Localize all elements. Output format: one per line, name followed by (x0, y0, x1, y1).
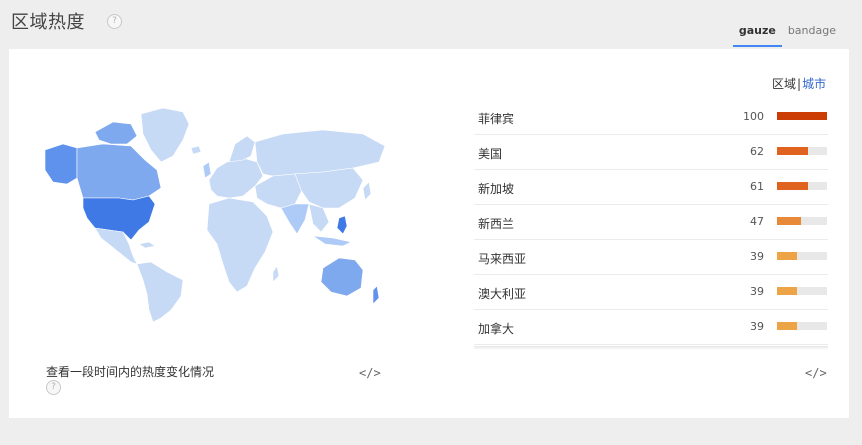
region-interest-card: 区域|城市 菲律宾 100 美国 62 新加坡 61 新西兰 47 马来西亚 3… (9, 49, 849, 418)
list-scroll-fade (474, 346, 828, 350)
world-map[interactable] (33, 104, 385, 322)
ranking-row[interactable]: 加拿大 39 (474, 310, 828, 345)
interest-bar (777, 287, 827, 295)
rankings-list: 菲律宾 100 美国 62 新加坡 61 新西兰 47 马来西亚 39 澳大利亚 39 加拿大 39 (474, 100, 828, 345)
help-icon[interactable]: ? (107, 14, 122, 29)
interest-bar (777, 182, 827, 190)
africa (206, 197, 274, 293)
interest-bar (777, 217, 827, 225)
interest-value: 39 (750, 320, 764, 333)
ranking-row[interactable]: 马来西亚 39 (474, 240, 828, 275)
japan (362, 181, 372, 201)
region-name: 加拿大 (478, 322, 515, 336)
interest-bar (777, 147, 827, 155)
south-america (136, 261, 184, 322)
tab-bandage[interactable]: bandage (782, 24, 842, 47)
interest-value: 61 (750, 180, 764, 193)
embed-map-icon[interactable]: </> (359, 366, 381, 380)
interest-bar-fill (777, 182, 808, 190)
interest-value: 100 (743, 110, 764, 123)
australia (320, 257, 364, 297)
canada-islands (94, 121, 138, 145)
uk (202, 161, 212, 179)
help-icon[interactable]: ? (46, 380, 61, 395)
embed-list-icon[interactable]: </> (805, 366, 827, 380)
ranking-row[interactable]: 澳大利亚 39 (474, 275, 828, 310)
interest-value: 39 (750, 250, 764, 263)
madagascar (272, 265, 280, 283)
interest-bar (777, 112, 827, 120)
interest-bar-fill (777, 322, 797, 330)
region-name: 澳大利亚 (478, 287, 527, 301)
section-title: 区域热度 (11, 12, 85, 33)
canada (76, 143, 162, 201)
trend-over-time-label: 查看一段时间内的热度变化情况 (46, 365, 215, 379)
region-name: 马来西亚 (478, 252, 527, 266)
interest-value: 62 (750, 145, 764, 158)
ranking-row[interactable]: 新加坡 61 (474, 170, 828, 205)
interest-bar (777, 322, 827, 330)
philippines (336, 215, 348, 235)
toggle-separator: | (797, 77, 802, 91)
city-toggle[interactable]: 城市 (802, 77, 826, 91)
interest-bar (777, 252, 827, 260)
europe (208, 157, 264, 199)
caribbean (138, 241, 156, 249)
interest-bar-fill (777, 112, 827, 120)
russia (254, 129, 385, 177)
region-toggle[interactable]: 区域 (772, 77, 796, 91)
trend-over-time-link[interactable]: 查看一段时间内的热度变化情况 ? (46, 365, 226, 395)
iceland (190, 145, 202, 155)
central-asia (254, 173, 304, 209)
interest-value: 39 (750, 285, 764, 298)
new-zealand (372, 285, 380, 305)
greenland (140, 107, 190, 163)
interest-value: 47 (750, 215, 764, 228)
ranking-row[interactable]: 菲律宾 100 (474, 100, 828, 135)
interest-bar-fill (777, 287, 797, 295)
region-name: 新加坡 (478, 182, 515, 196)
ranking-row[interactable]: 美国 62 (474, 135, 828, 170)
region-name: 新西兰 (478, 217, 515, 231)
region-name: 菲律宾 (478, 112, 515, 126)
region-city-toggle: 区域|城市 (772, 75, 826, 92)
scandinavia (228, 135, 256, 163)
ranking-row[interactable]: 新西兰 47 (474, 205, 828, 240)
tab-gauze[interactable]: gauze (732, 24, 782, 47)
region-name: 美国 (478, 147, 503, 161)
china (294, 167, 364, 209)
interest-bar-fill (777, 217, 801, 225)
indonesia (312, 235, 352, 247)
alaska (44, 143, 78, 185)
india (280, 203, 310, 235)
term-tabs: gauze bandage (732, 24, 842, 47)
interest-bar-fill (777, 147, 808, 155)
interest-bar-fill (777, 252, 797, 260)
